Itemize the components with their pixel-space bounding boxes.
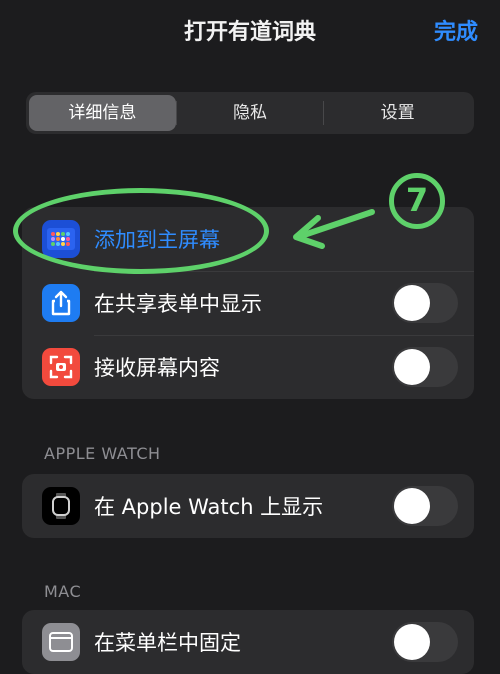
- toggle-knob: [394, 624, 430, 660]
- screen-capture-icon: [42, 348, 80, 386]
- nav-title: 打开有道词典: [183, 20, 316, 45]
- pin-in-menu-bar-toggle[interactable]: [392, 622, 458, 662]
- main-settings-group: 添加到主屏幕 在共享表单中显示 接收屏幕内容: [22, 207, 474, 399]
- section-header-mac: MAC: [44, 582, 82, 601]
- show-on-apple-watch-toggle[interactable]: [392, 486, 458, 526]
- receive-screen-content-label: 接收屏幕内容: [94, 356, 220, 380]
- toggle-knob: [394, 349, 430, 385]
- segmented-control: 详细信息 隐私 设置: [26, 92, 474, 134]
- apple-watch-icon: [42, 487, 80, 525]
- toggle-knob: [394, 488, 430, 524]
- show-in-share-sheet-row: 在共享表单中显示: [22, 271, 474, 335]
- show-on-apple-watch-row: 在 Apple Watch 上显示: [22, 474, 474, 538]
- section-header-apple-watch: APPLE WATCH: [44, 444, 161, 463]
- share-icon: [42, 284, 80, 322]
- app-grid-icon: [42, 220, 80, 258]
- menubar-icon: [42, 623, 80, 661]
- pin-in-menu-bar-label: 在菜单栏中固定: [94, 631, 241, 655]
- mac-group: 在菜单栏中固定: [22, 610, 474, 674]
- show-in-share-sheet-label: 在共享表单中显示: [94, 292, 262, 316]
- annotation-step-badge: 7: [389, 173, 445, 229]
- pin-in-menu-bar-row: 在菜单栏中固定: [22, 610, 474, 674]
- done-button[interactable]: 完成: [434, 14, 478, 46]
- show-in-share-sheet-toggle[interactable]: [392, 283, 458, 323]
- apple-watch-group: 在 Apple Watch 上显示: [22, 474, 474, 538]
- tab-privacy[interactable]: 隐私: [177, 95, 324, 131]
- tab-settings[interactable]: 设置: [324, 95, 471, 131]
- receive-screen-content-row: 接收屏幕内容: [22, 335, 474, 399]
- tab-details[interactable]: 详细信息: [29, 95, 176, 131]
- toggle-knob: [394, 285, 430, 321]
- show-on-apple-watch-label: 在 Apple Watch 上显示: [94, 495, 324, 519]
- receive-screen-content-toggle[interactable]: [392, 347, 458, 387]
